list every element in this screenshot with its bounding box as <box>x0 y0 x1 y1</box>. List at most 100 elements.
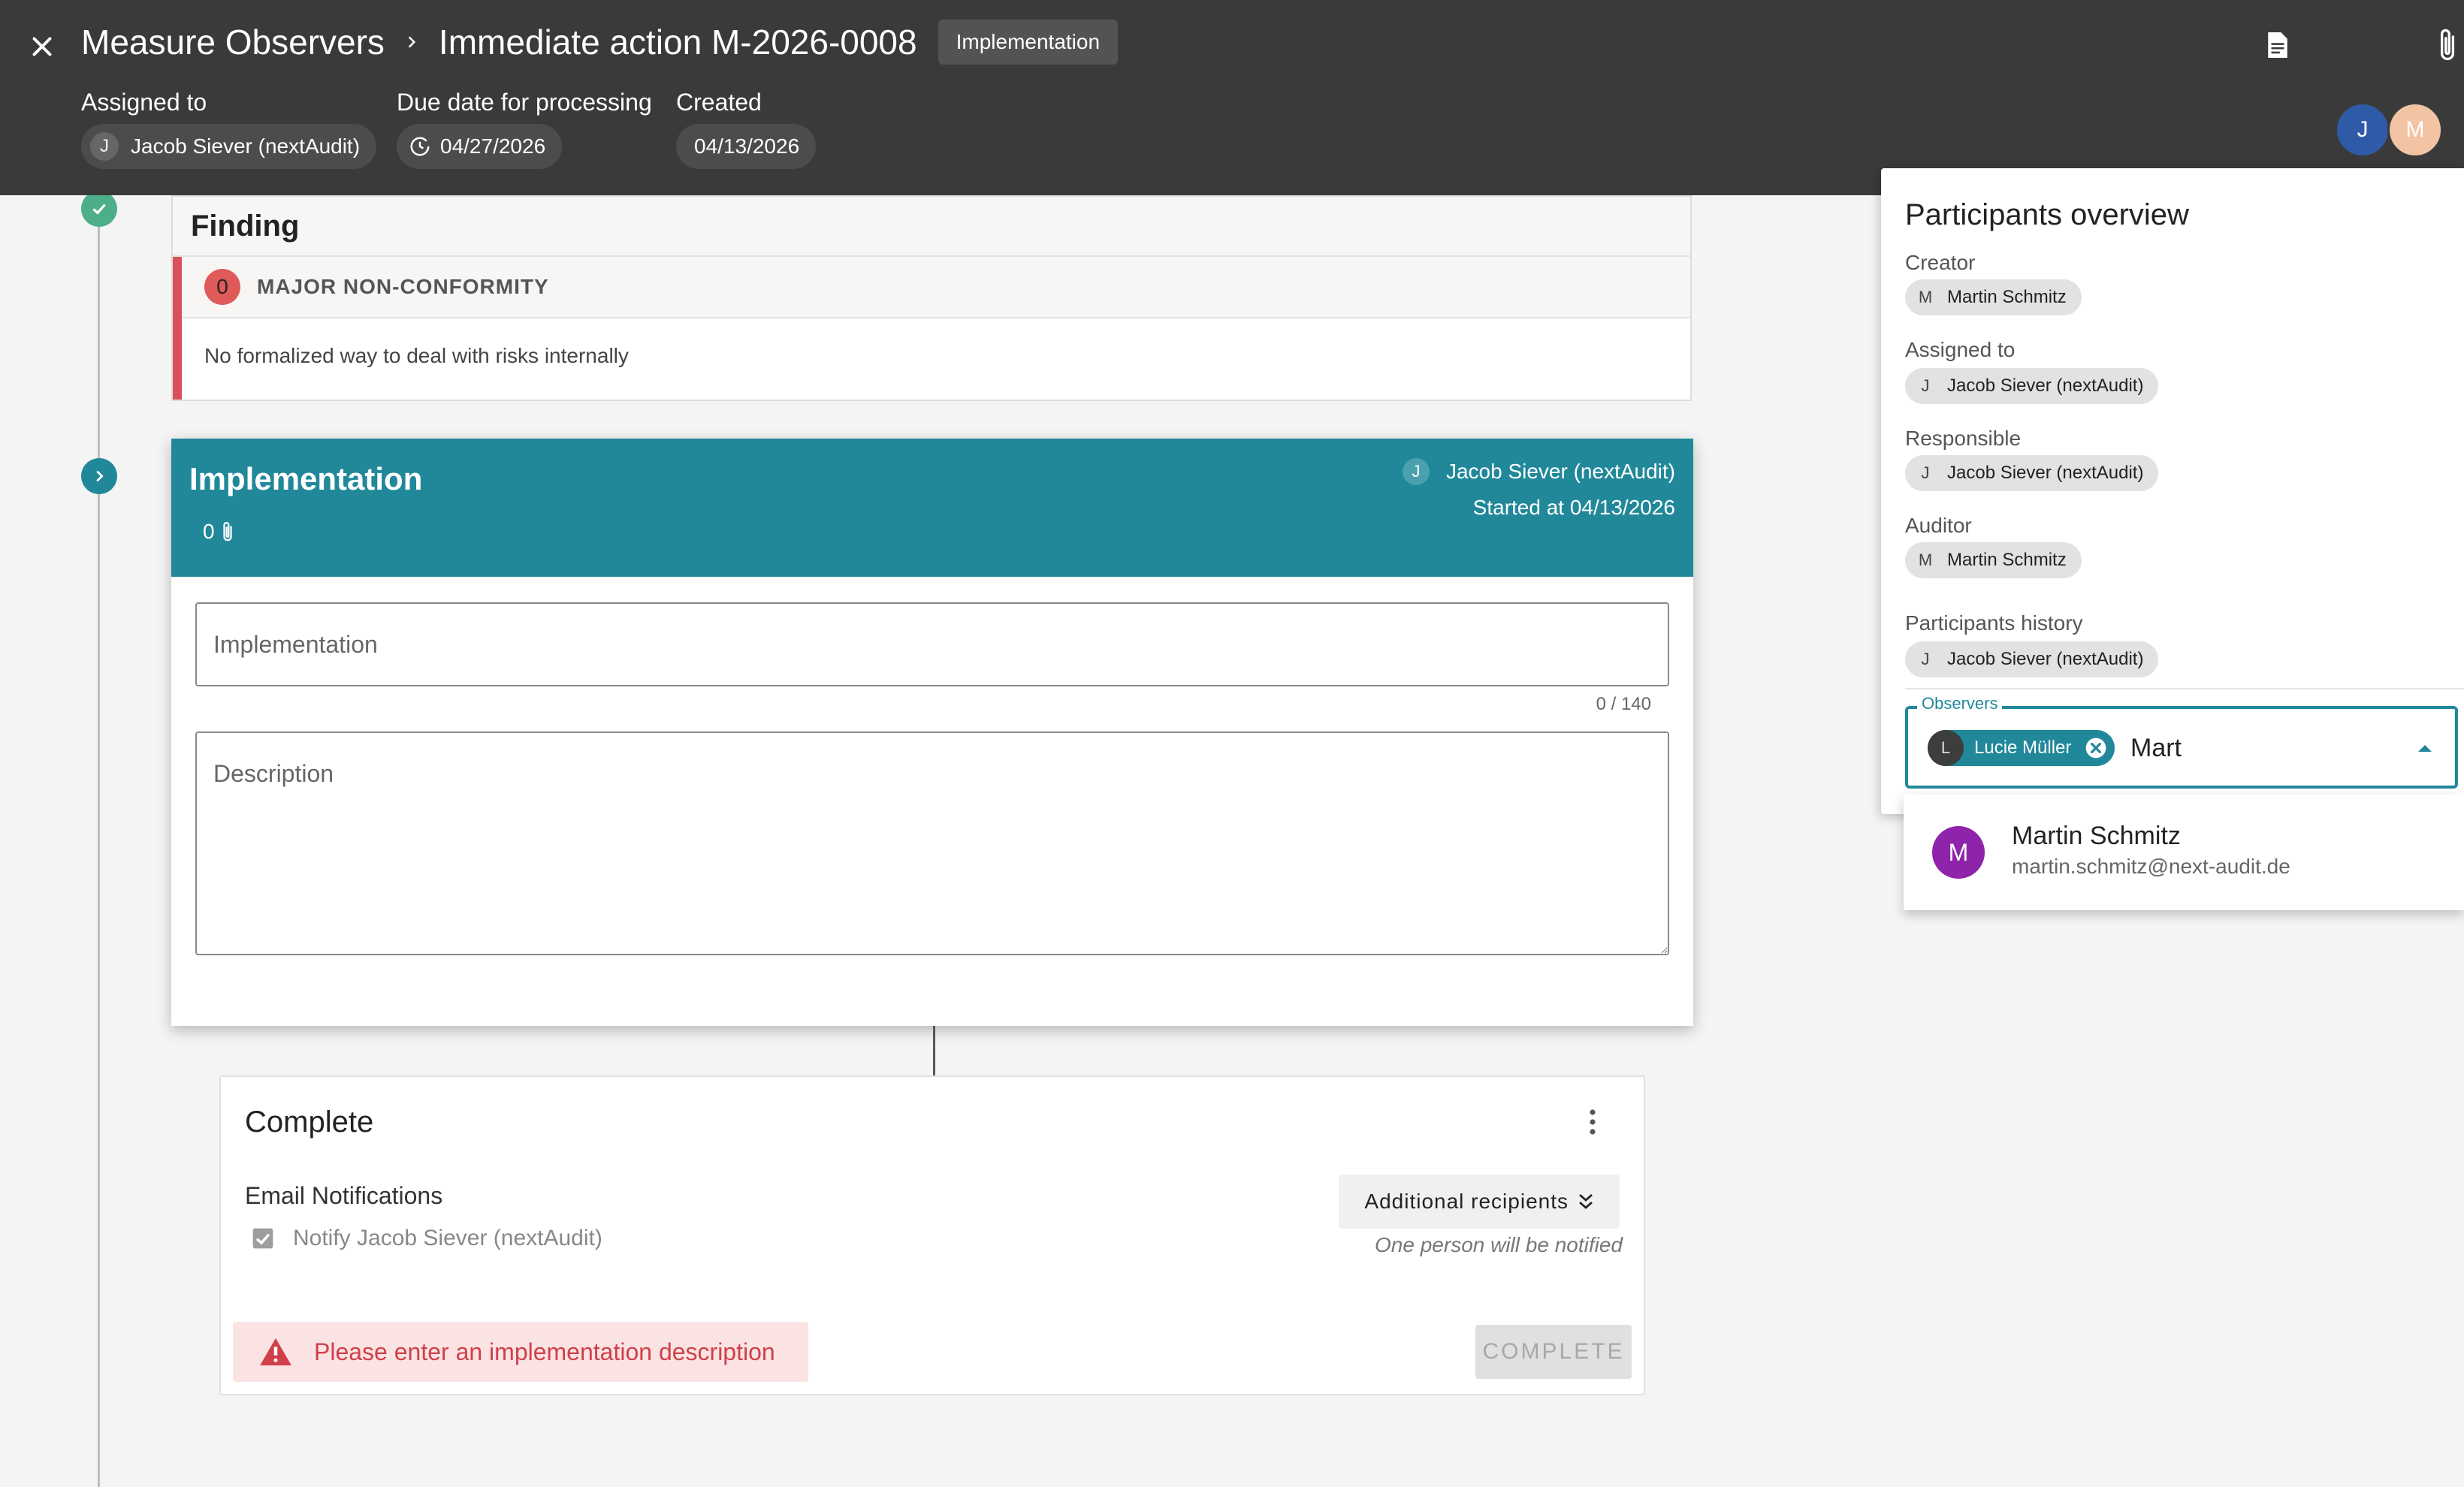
avatar: M <box>1918 288 1933 306</box>
assigned-to-label: Assigned to <box>81 89 207 116</box>
implementation-user-name: Jacob Siever (nextAudit) <box>1445 460 1675 483</box>
avatar: J <box>1921 376 1930 395</box>
remove-observer-button[interactable] <box>2083 735 2109 761</box>
finding-body: 0 MAJOR NON-CONFORMITY No formalized way… <box>173 257 1690 400</box>
close-button[interactable] <box>17 21 68 72</box>
creator-label: Creator <box>1905 251 1976 274</box>
implementation-input[interactable] <box>195 602 1669 686</box>
assigned-to-meta: Assigned to J Jacob Siever (nextAudit) <box>81 89 377 169</box>
step-active-chevron-icon[interactable] <box>81 458 117 494</box>
responsible-name: Jacob Siever (nextAudit) <box>1947 463 2144 483</box>
clock-icon <box>410 137 430 156</box>
validation-warning: Please enter an implementation descripti… <box>233 1322 808 1382</box>
creator-chip[interactable]: M Martin Schmitz <box>1905 279 2082 315</box>
chevron-right-icon <box>404 35 419 50</box>
history-name: Jacob Siever (nextAudit) <box>1947 649 2144 669</box>
complete-button[interactable]: COMPLETE <box>1475 1325 1632 1379</box>
close-circle-icon <box>2086 737 2106 759</box>
assigned-to-pill[interactable]: J Jacob Siever (nextAudit) <box>81 124 377 169</box>
nonconformity-label: MAJOR NON-CONFORMITY <box>257 275 549 298</box>
due-date-label: Due date for processing <box>397 89 652 116</box>
finding-text: No formalized way to deal with risks int… <box>204 344 629 367</box>
participants-panel: Participants overview Creator M Martin S… <box>1881 168 2464 814</box>
finding-header: Finding <box>173 197 1690 257</box>
avatar: M <box>1932 826 1985 879</box>
document-icon <box>2268 32 2287 58</box>
participants-history-label: Participants history <box>1905 611 2083 635</box>
more-options-button[interactable] <box>1570 1099 1615 1145</box>
paperclip-icon <box>222 522 232 541</box>
attachment-button[interactable] <box>2423 21 2464 69</box>
attachment-count-value: 0 <box>203 520 215 543</box>
creator-name: Martin Schmitz <box>1947 287 2067 307</box>
auditor-label: Auditor <box>1905 514 1972 537</box>
created-label: Created <box>676 89 762 116</box>
observer-suggestion-option[interactable]: M Martin Schmitz martin.schmitz@next-aud… <box>1904 795 2464 910</box>
complete-title: Complete <box>245 1105 374 1139</box>
step-done-icon <box>81 191 117 227</box>
app-header: Measure Observers Immediate action M-202… <box>0 0 2464 195</box>
assigned-to-value: Jacob Siever (nextAudit) <box>131 134 361 158</box>
dropdown-toggle[interactable] <box>2408 731 2441 765</box>
avatar: M <box>1918 550 1933 569</box>
created-pill: 04/13/2026 <box>676 124 817 169</box>
character-counter: 0 / 140 <box>1596 694 1651 714</box>
implementation-header: Implementation 0 J Jacob Siever (nextAud… <box>171 439 1693 577</box>
assigned-chip[interactable]: J Jacob Siever (nextAudit) <box>1905 368 2159 404</box>
avatar: J <box>90 132 119 161</box>
checkbox-checked-icon[interactable] <box>251 1226 275 1250</box>
avatar: L <box>1928 730 1964 766</box>
suggestion-email: martin.schmitz@next-audit.de <box>2012 855 2290 878</box>
notify-checkbox-row[interactable]: Notify Jacob Siever (nextAudit) <box>251 1226 602 1251</box>
due-date-value: 04/27/2026 <box>440 134 546 158</box>
breadcrumb-parent[interactable]: Measure Observers <box>81 22 385 62</box>
page-title: Immediate action M-2026-0008 <box>438 23 917 62</box>
attachment-count[interactable]: 0 <box>203 520 234 544</box>
complete-card: Complete Email Notifications Notify Jaco… <box>219 1075 1645 1395</box>
timeline-line <box>98 195 100 1487</box>
warning-icon <box>260 1338 291 1366</box>
finding-title: Finding <box>191 209 300 243</box>
avatar[interactable]: J <box>2335 102 2390 158</box>
implementation-title: Implementation <box>189 461 423 496</box>
implementation-started: Started at 04/13/2026 <box>1472 496 1675 519</box>
observers-search-input[interactable] <box>2130 727 2371 769</box>
observer-chip[interactable]: L Lucie Müller <box>1928 730 2115 766</box>
finding-card: Finding 0 MAJOR NON-CONFORMITY No formal… <box>171 195 1692 401</box>
avatar: J <box>1402 458 1430 485</box>
document-button[interactable] <box>2254 21 2302 69</box>
avatar: J <box>1921 650 1930 668</box>
connector-line <box>933 1026 935 1075</box>
nonconformity-row: 0 MAJOR NON-CONFORMITY <box>182 257 1690 318</box>
implementation-card: Implementation 0 J Jacob Siever (nextAud… <box>171 439 1693 1026</box>
email-notifications-label: Email Notifications <box>245 1182 443 1209</box>
auditor-chip[interactable]: M Martin Schmitz <box>1905 542 2082 578</box>
history-chip[interactable]: J Jacob Siever (nextAudit) <box>1905 641 2159 677</box>
created-meta: Created 04/13/2026 <box>676 89 817 169</box>
double-chevron-down-icon <box>1579 1193 1593 1209</box>
due-date-pill[interactable]: 04/27/2026 <box>397 124 563 169</box>
observer-chip-name: Lucie Müller <box>1974 737 2072 758</box>
observers-field[interactable]: Observers L Lucie Müller <box>1905 694 2458 789</box>
avatar[interactable]: M <box>2387 102 2443 158</box>
paperclip-icon <box>2440 29 2455 61</box>
divider <box>1905 688 2464 689</box>
breadcrumb: Measure Observers Immediate action M-202… <box>81 17 1119 68</box>
additional-recipients-label: Additional recipients <box>1364 1190 1569 1213</box>
caret-up-icon <box>2418 745 2432 752</box>
validation-warning-text: Please enter an implementation descripti… <box>314 1338 775 1365</box>
participants-title: Participants overview <box>1905 198 2189 231</box>
suggestion-name: Martin Schmitz <box>2012 822 2181 850</box>
avatar: J <box>1921 463 1930 482</box>
kebab-menu-icon <box>1590 1109 1596 1135</box>
status-badge: Implementation <box>938 20 1119 65</box>
additional-recipients-button[interactable]: Additional recipients <box>1339 1175 1620 1229</box>
close-icon <box>32 37 52 56</box>
auditor-name: Martin Schmitz <box>1947 550 2067 570</box>
notified-count-note: One person will be notified <box>1375 1233 1623 1256</box>
assigned-name: Jacob Siever (nextAudit) <box>1947 376 2144 396</box>
description-textarea[interactable] <box>195 731 1669 955</box>
responsible-chip[interactable]: J Jacob Siever (nextAudit) <box>1905 455 2159 491</box>
observers-label: Observers <box>1917 694 2003 713</box>
created-value: 04/13/2026 <box>694 134 800 158</box>
